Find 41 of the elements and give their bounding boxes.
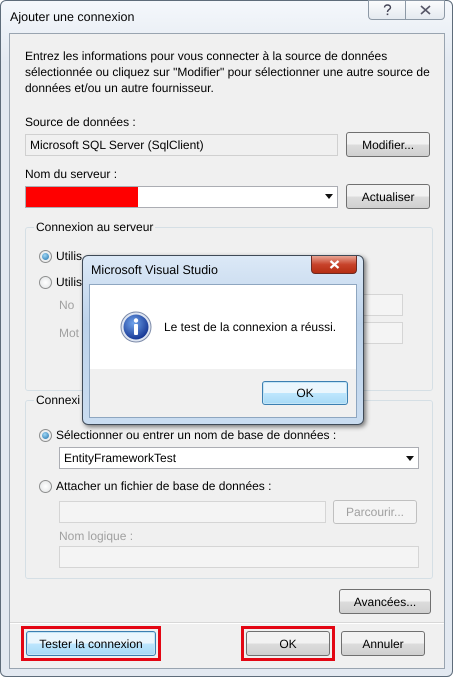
dialog-button[interactable]: Tester la connexion	[26, 631, 156, 656]
radio-button[interactable]	[39, 276, 52, 288]
modify-button[interactable]: Modifier...	[346, 132, 430, 157]
group-title: Connexion au serveur	[35, 220, 154, 234]
radio-button[interactable]	[39, 480, 52, 492]
dialog-title: Microsoft Visual Studio	[90, 263, 218, 277]
ok-button[interactable]: OK	[262, 381, 348, 405]
radio-button[interactable]	[39, 250, 52, 262]
input-field[interactable]	[59, 546, 419, 568]
dropdown-arrow-icon	[325, 194, 334, 199]
field-label: Source de données :	[25, 115, 137, 129]
field-label: Nom logique :	[59, 529, 134, 543]
close-button[interactable]	[405, 0, 445, 20]
field-label: Mot	[59, 326, 80, 340]
instruction-text: Entrez les informations pour vous connecter à la source de données sélectionnée ou cliquez sur "Modifier" pour sélectionner une autre source de données et/ou un autre fournisseur.	[25, 48, 430, 96]
radio-button[interactable]	[39, 428, 52, 442]
radio-label: Utilis	[56, 275, 82, 289]
dropdown-arrow-icon	[406, 456, 414, 460]
radio-label: Utilis	[56, 249, 82, 263]
file-field[interactable]	[59, 501, 326, 523]
advanced-button[interactable]: Avancées...	[339, 589, 431, 614]
field-label: Nom du serveur :	[25, 167, 118, 181]
database-field[interactable]: EntityFrameworkTest	[59, 447, 419, 469]
close-button[interactable]	[311, 256, 357, 274]
radio-label: Sélectionner ou entrer un nom de base de données :	[56, 428, 336, 442]
info-icon	[120, 311, 152, 343]
message-text: Le test de la connexion a réussi.	[164, 320, 336, 334]
server-name-field[interactable]	[25, 186, 338, 208]
dialog-button[interactable]: OK	[246, 631, 330, 656]
group-title: Connexi	[35, 393, 82, 407]
close-icon	[328, 260, 340, 269]
data-source-field: Microsoft SQL Server (SqlClient)	[25, 134, 338, 156]
close-icon	[420, 5, 430, 15]
field-label: No	[59, 298, 76, 312]
dialog-button[interactable]: Annuler	[341, 631, 425, 656]
refresh-button[interactable]: Actualiser	[346, 184, 430, 209]
help-button[interactable]	[368, 0, 405, 20]
field-value: EntityFrameworkTest	[64, 451, 176, 465]
window-title: Ajouter une connexion	[9, 10, 134, 24]
help-icon	[382, 4, 392, 16]
radio-label: Attacher un fichier de base de données :	[56, 479, 272, 493]
